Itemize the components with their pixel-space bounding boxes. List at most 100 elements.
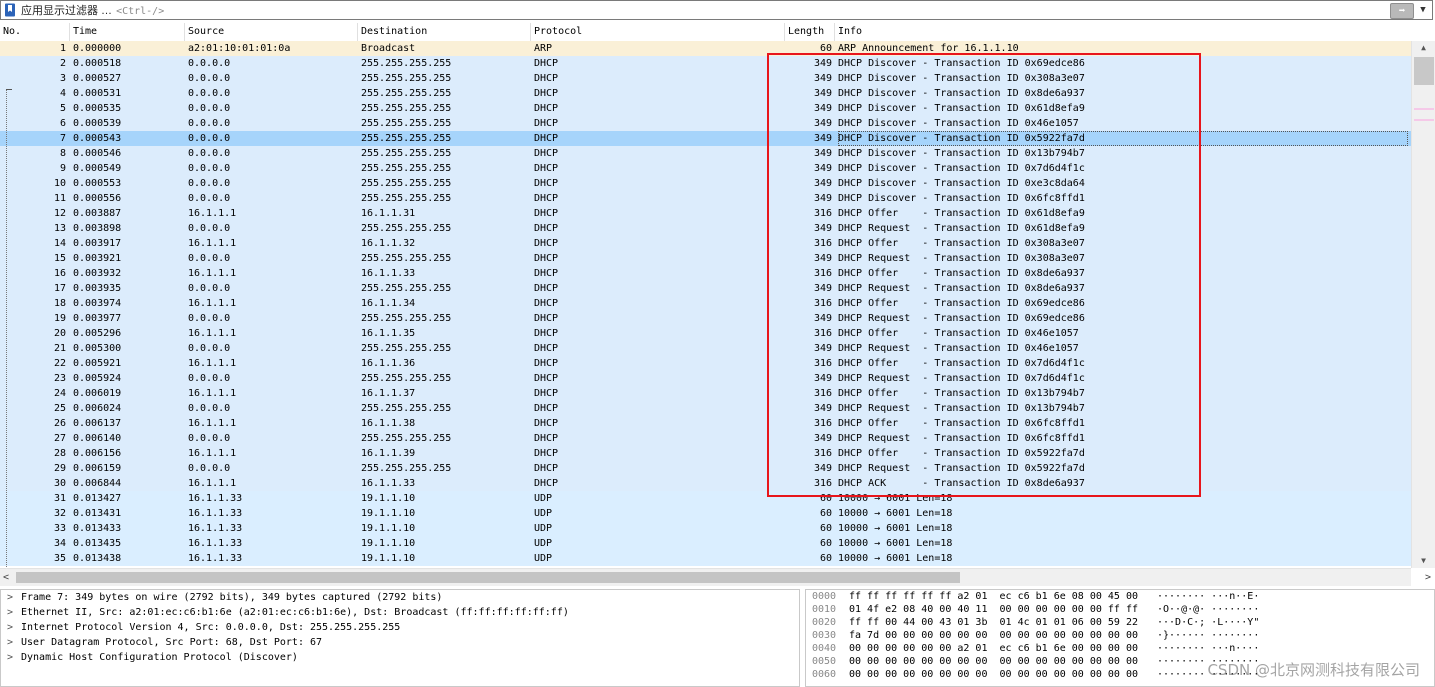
packet-row[interactable]: 29 0.006159 0.0.0.0 255.255.255.255 DHCP 349 D… [0, 461, 1411, 476]
scroll-up-icon[interactable]: ▲ [1412, 41, 1435, 55]
column-header-time[interactable]: Time [70, 23, 185, 41]
packet-row[interactable]: 9 0.000549 0.0.0.0 255.255.255.255 DHCP 349 DH… [0, 161, 1411, 176]
packet-row[interactable]: 1 0.000000 a2:01:10:01:01:0a Broadcast ARP 60… [0, 41, 1411, 56]
packet-details-pane[interactable]: > Frame 7: 349 bytes on wire (2792 bits),… [0, 589, 800, 687]
packet-row[interactable]: 28 0.006156 16.1.1.1 16.1.1.39 DHCP 316 DHCP O… [0, 446, 1411, 461]
cell-info: DHCP Discover - Transaction ID 0xe3c8da6… [838, 178, 1085, 189]
cell-info: DHCP Request - Transaction ID 0x69edce86 [838, 313, 1085, 324]
column-header-destination[interactable]: Destination [358, 23, 531, 41]
cell-info: DHCP Offer - Transaction ID 0x5922fa7d [838, 448, 1085, 459]
detail-label: Dynamic Host Configuration Protocol (Dis… [21, 652, 298, 663]
packet-row[interactable]: 30 0.006844 16.1.1.1 16.1.1.33 DHCP 316 DHCP A… [0, 476, 1411, 491]
packet-row[interactable]: 34 0.013435 16.1.1.33 19.1.1.10 UDP 60 10000 →… [0, 536, 1411, 551]
cell-source: 0.0.0.0 [188, 88, 231, 99]
detail-tree-item[interactable]: > Dynamic Host Configuration Protocol (Di… [1, 650, 799, 665]
packet-row[interactable]: 16 0.003932 16.1.1.1 16.1.1.33 DHCP 316 DHCP O… [0, 266, 1411, 281]
cell-no: 19 [53, 313, 66, 324]
hex-dump-row[interactable]: 0020 ff ff 00 44 00 43 01 3b 01 4c 01 01 … [806, 616, 1434, 629]
cell-protocol: DHCP [534, 193, 559, 204]
packet-row[interactable]: 27 0.006140 0.0.0.0 255.255.255.255 DHCP 349 D… [0, 431, 1411, 446]
cell-length: 60 [819, 493, 832, 504]
packet-row[interactable]: 14 0.003917 16.1.1.1 16.1.1.32 DHCP 316 DHCP O… [0, 236, 1411, 251]
column-header-source[interactable]: Source [185, 23, 358, 41]
scroll-down-icon[interactable]: ▼ [1412, 554, 1435, 568]
display-filter-bar[interactable]: 应用显示过滤器 … <Ctrl-/> ➡ ▼ [0, 0, 1433, 20]
detail-tree-item[interactable]: > Ethernet II, Src: a2:01:ec:c6:b1:6e (a2… [1, 605, 799, 620]
display-filter-input[interactable]: 应用显示过滤器 … <Ctrl-/> [21, 2, 1432, 18]
packet-row[interactable]: 23 0.005924 0.0.0.0 255.255.255.255 DHCP 349 D… [0, 371, 1411, 386]
packet-row[interactable]: 15 0.003921 0.0.0.0 255.255.255.255 DHCP 349 D… [0, 251, 1411, 266]
cell-time: 0.013431 [73, 508, 122, 519]
packet-row[interactable]: 2 0.000518 0.0.0.0 255.255.255.255 DHCP 349 DH… [0, 56, 1411, 71]
packet-row[interactable]: 6 0.000539 0.0.0.0 255.255.255.255 DHCP 349 DH… [0, 116, 1411, 131]
hex-dump-row[interactable]: 0040 00 00 00 00 00 00 a2 01 ec c6 b1 6e … [806, 642, 1434, 655]
cell-info: DHCP Offer - Transaction ID 0x46e1057 [838, 328, 1079, 339]
packet-row[interactable]: 20 0.005296 16.1.1.1 16.1.1.35 DHCP 316 DHCP O… [0, 326, 1411, 341]
packet-row[interactable]: 22 0.005921 16.1.1.1 16.1.1.36 DHCP 316 DHCP O… [0, 356, 1411, 371]
cell-source: 16.1.1.1 [188, 448, 237, 459]
packet-row[interactable]: 19 0.003977 0.0.0.0 255.255.255.255 DHCP 349 D… [0, 311, 1411, 326]
packet-list-horizontal-scrollbar[interactable]: < > [0, 568, 1431, 586]
cell-protocol: DHCP [534, 328, 559, 339]
horizontal-scroll-thumb[interactable] [16, 572, 960, 583]
column-header-no[interactable]: No. [0, 23, 70, 41]
cell-source: 16.1.1.1 [188, 388, 237, 399]
detail-tree-item[interactable]: > User Datagram Protocol, Src Port: 68, D… [1, 635, 799, 650]
detail-tree-item[interactable]: > Internet Protocol Version 4, Src: 0.0.0… [1, 620, 799, 635]
scroll-right-icon[interactable]: > [1425, 569, 1431, 586]
cell-time: 0.000556 [73, 193, 122, 204]
packet-row[interactable]: 24 0.006019 16.1.1.1 16.1.1.37 DHCP 316 DHCP O… [0, 386, 1411, 401]
packet-row[interactable]: 13 0.003898 0.0.0.0 255.255.255.255 DHCP 349 D… [0, 221, 1411, 236]
cell-time: 0.000527 [73, 73, 122, 84]
cell-destination: 16.1.1.33 [361, 268, 416, 279]
packet-row[interactable]: 25 0.006024 0.0.0.0 255.255.255.255 DHCP 349 D… [0, 401, 1411, 416]
packet-row[interactable]: 8 0.000546 0.0.0.0 255.255.255.255 DHCP 349 DH… [0, 146, 1411, 161]
cell-info: DHCP Discover - Transaction ID 0x308a3e0… [838, 73, 1085, 84]
packet-row[interactable]: 7 0.000543 0.0.0.0 255.255.255.255 DHCP 349 DH… [0, 131, 1411, 146]
packet-row[interactable]: 32 0.013431 16.1.1.33 19.1.1.10 UDP 60 10000 →… [0, 506, 1411, 521]
packet-row[interactable]: 26 0.006137 16.1.1.1 16.1.1.38 DHCP 316 DHCP O… [0, 416, 1411, 431]
expand-chevron-icon[interactable]: > [7, 590, 21, 605]
filter-history-dropdown[interactable]: ▼ [1417, 3, 1429, 17]
hex-dump-row[interactable]: 0000 ff ff ff ff ff ff a2 01 ec c6 b1 6e … [806, 590, 1434, 603]
column-header-protocol[interactable]: Protocol [531, 23, 785, 41]
packet-row[interactable]: 4 0.000531 0.0.0.0 255.255.255.255 DHCP 349 DH… [0, 86, 1411, 101]
expand-chevron-icon[interactable]: > [7, 635, 21, 650]
packet-bytes-pane[interactable]: 0000 ff ff ff ff ff ff a2 01 ec c6 b1 6e … [805, 589, 1435, 687]
packet-row[interactable]: 33 0.013433 16.1.1.33 19.1.1.10 UDP 60 10000 →… [0, 521, 1411, 536]
expand-chevron-icon[interactable]: > [7, 605, 21, 620]
expand-chevron-icon[interactable]: > [7, 620, 21, 635]
cell-protocol: UDP [534, 508, 553, 519]
cell-info: DHCP Discover - Transaction ID 0x8de6a93… [838, 88, 1085, 99]
expand-chevron-icon[interactable]: > [7, 650, 21, 665]
cell-info: DHCP ACK - Transaction ID 0x8de6a937 [838, 478, 1085, 489]
vertical-scroll-thumb[interactable] [1414, 57, 1434, 85]
packet-row[interactable]: 17 0.003935 0.0.0.0 255.255.255.255 DHCP 349 D… [0, 281, 1411, 296]
packet-row[interactable]: 3 0.000527 0.0.0.0 255.255.255.255 DHCP 349 DH… [0, 71, 1411, 86]
packet-row[interactable]: 5 0.000535 0.0.0.0 255.255.255.255 DHCP 349 DH… [0, 101, 1411, 116]
cell-source: 16.1.1.1 [188, 418, 237, 429]
cell-protocol: ARP [534, 43, 553, 54]
ascii-bytes: ········ ···n··E· [1157, 591, 1260, 602]
packet-list-vertical-scrollbar[interactable]: ▲ ▼ [1411, 41, 1435, 568]
packet-row[interactable]: 18 0.003974 16.1.1.1 16.1.1.34 DHCP 316 DHCP O… [0, 296, 1411, 311]
packet-row[interactable]: 21 0.005300 0.0.0.0 255.255.255.255 DHCP 349 D… [0, 341, 1411, 356]
packet-row[interactable]: 12 0.003887 16.1.1.1 16.1.1.31 DHCP 316 DHCP O… [0, 206, 1411, 221]
column-header-length[interactable]: Length [785, 23, 835, 41]
packet-row[interactable]: 10 0.000553 0.0.0.0 255.255.255.255 DHCP 349 D… [0, 176, 1411, 191]
cell-source: 0.0.0.0 [188, 433, 231, 444]
column-header-info[interactable]: Info [835, 23, 1411, 41]
packet-row[interactable]: 31 0.013427 16.1.1.33 19.1.1.10 UDP 60 10000 →… [0, 491, 1411, 506]
hex-dump-row[interactable]: 0010 01 4f e2 08 40 00 40 11 00 00 00 00 … [806, 603, 1434, 616]
cell-source: 0.0.0.0 [188, 133, 231, 144]
packet-row[interactable]: 35 0.013438 16.1.1.33 19.1.1.10 UDP 60 10000 →… [0, 551, 1411, 566]
scroll-left-icon[interactable]: < [3, 569, 9, 586]
cell-destination: 16.1.1.37 [361, 388, 416, 399]
cell-length: 316 [813, 268, 832, 279]
packet-row[interactable]: 11 0.000556 0.0.0.0 255.255.255.255 DHCP 349 D… [0, 191, 1411, 206]
packet-list[interactable]: No. Time Source Destination Protocol Len… [0, 23, 1435, 586]
hex-dump-row[interactable]: 0030 fa 7d 00 00 00 00 00 00 00 00 00 00 … [806, 629, 1434, 642]
detail-tree-item[interactable]: > Frame 7: 349 bytes on wire (2792 bits),… [1, 590, 799, 605]
apply-filter-button[interactable]: ➡ [1390, 3, 1414, 19]
bookmark-icon[interactable] [4, 3, 16, 17]
